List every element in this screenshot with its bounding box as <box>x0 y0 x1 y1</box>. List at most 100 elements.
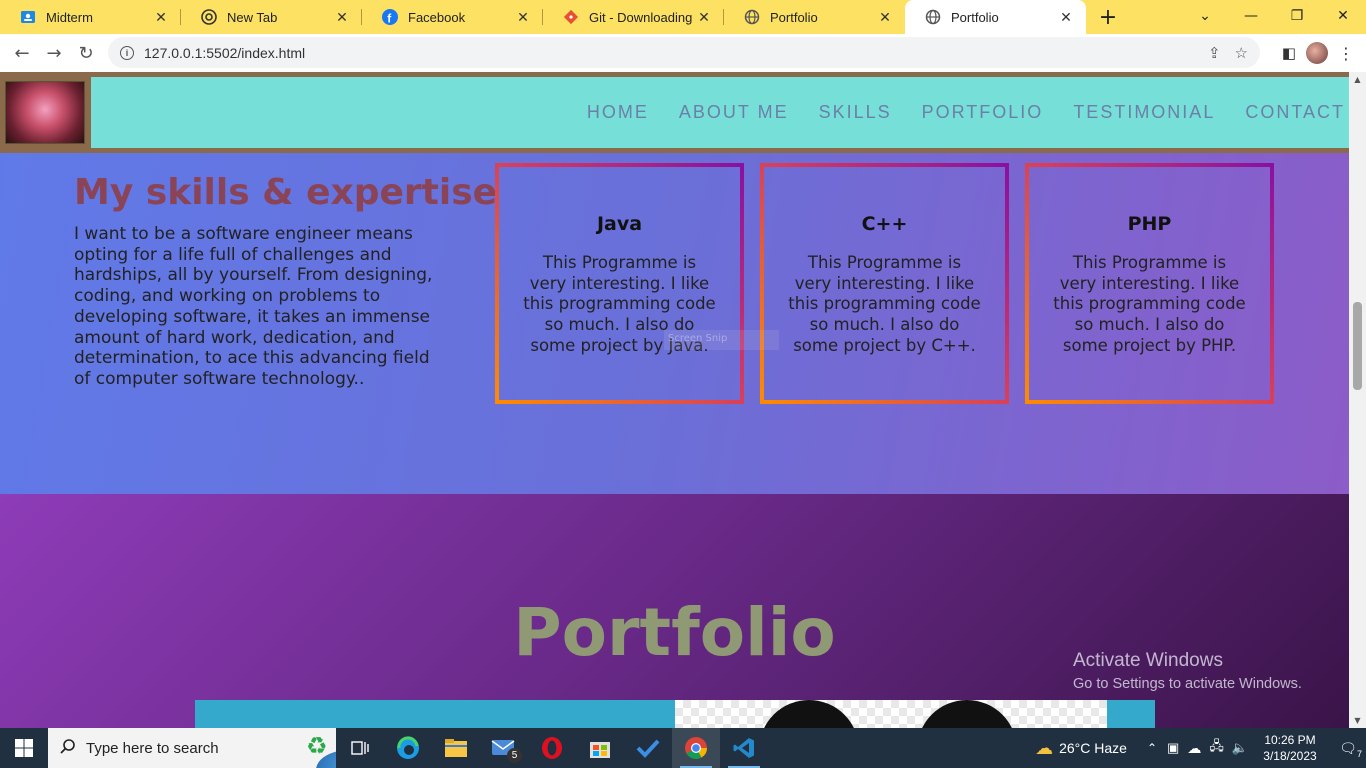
tab-title: Portfolio <box>770 9 818 25</box>
network-icon[interactable]: 🖧 <box>1209 737 1224 759</box>
skill-card-text: This Programme is very interesting. I li… <box>1053 253 1246 355</box>
task-view-icon[interactable] <box>336 728 384 768</box>
nav-link-contact[interactable]: CONTACT <box>1245 102 1345 123</box>
globe-icon <box>744 9 760 25</box>
tab-strip: Midterm ✕ New Tab ✕ f Facebook ✕ Git - D… <box>0 0 1366 34</box>
skill-card-java: Java This Programme is very interesting.… <box>495 163 744 404</box>
tab-title: Midterm <box>46 9 93 25</box>
activate-windows-watermark: Activate Windows Go to Settings to activ… <box>1073 650 1302 692</box>
windows-start-icon[interactable] <box>0 728 48 768</box>
browser-toolbar: ← → ↻ i 127.0.0.1:5502/index.html ⇪ ☆ ◧ … <box>0 34 1366 72</box>
skill-card-title: PHP <box>1127 213 1172 235</box>
close-window-icon[interactable]: ✕ <box>1320 0 1366 32</box>
site-logo[interactable] <box>5 81 85 144</box>
nav-link-about[interactable]: ABOUT ME <box>679 102 789 123</box>
skill-card-php: PHP This Programme is very interesting. … <box>1025 163 1274 404</box>
address-bar[interactable]: i 127.0.0.1:5502/index.html ⇪ ☆ <box>108 37 1260 68</box>
git-icon <box>563 9 579 25</box>
volume-icon[interactable]: 🔈 <box>1232 740 1248 756</box>
portfolio-image-shape <box>917 700 1017 728</box>
menu-dots-icon[interactable]: ⋮ <box>1338 44 1354 63</box>
forward-icon[interactable]: → <box>38 37 70 69</box>
scroll-up-icon[interactable]: ▲ <box>1349 75 1366 84</box>
bookmark-star-icon[interactable]: ☆ <box>1235 44 1248 62</box>
portfolio-image[interactable] <box>675 700 1107 728</box>
screen-snip-overlay: Screen Snip <box>664 330 779 350</box>
tab-title: Git - Downloading Pac <box>589 9 696 25</box>
close-tab-icon[interactable]: ✕ <box>696 9 712 26</box>
minimize-icon[interactable]: — <box>1228 0 1274 32</box>
tab-portfolio-active[interactable]: Portfolio ✕ <box>905 0 1086 34</box>
weather-text[interactable]: 26°C Haze <box>1059 740 1127 756</box>
skills-heading: My skills & expertise <box>74 172 498 213</box>
opera-icon[interactable] <box>528 728 576 768</box>
nav-link-skills[interactable]: SKILLS <box>819 102 892 123</box>
site-navbar: HOME ABOUT ME SKILLS PORTFOLIO TESTIMONI… <box>0 72 1349 153</box>
tab-title: Facebook <box>408 9 466 25</box>
tab-midterm[interactable]: Midterm ✕ <box>0 0 181 34</box>
site-info-icon[interactable]: i <box>120 45 134 60</box>
clock[interactable]: 10:26 PM 3/18/2023 <box>1250 732 1330 764</box>
weather-icon[interactable]: ☁ <box>1035 738 1053 759</box>
side-panel-icon[interactable]: ◧ <box>1282 44 1296 62</box>
new-tab-button[interactable]: + <box>1086 0 1130 34</box>
tab-title: New Tab <box>227 9 278 25</box>
skill-card-text: This Programme is very interesting. I li… <box>788 253 981 355</box>
tab-facebook[interactable]: f Facebook ✕ <box>362 0 543 34</box>
facebook-icon: f <box>382 9 398 25</box>
onedrive-icon[interactable]: ☁ <box>1187 740 1201 757</box>
restore-icon[interactable]: ❐ <box>1274 0 1320 32</box>
todo-icon[interactable] <box>624 728 672 768</box>
skill-card-title: C++ <box>861 213 908 235</box>
activate-title: Activate Windows <box>1073 650 1223 671</box>
skill-card-title: Java <box>596 213 643 235</box>
tab-new-tab[interactable]: New Tab ✕ <box>181 0 362 34</box>
clock-time: 10:26 PM <box>1264 733 1316 747</box>
close-tab-icon[interactable]: ✕ <box>334 9 350 26</box>
scroll-down-icon[interactable]: ▼ <box>1349 716 1366 725</box>
close-tab-icon[interactable]: ✕ <box>877 9 893 26</box>
profile-avatar[interactable] <box>1306 42 1328 64</box>
nav-link-home[interactable]: HOME <box>587 102 649 123</box>
system-tray: ☁ 26°C Haze ⌃ ▣ ☁ 🖧 🔈 10:26 PM 3/18/2023… <box>1035 728 1366 768</box>
chrome-icon <box>201 9 217 25</box>
show-hidden-icons[interactable]: ⌃ <box>1147 741 1157 755</box>
mail-icon[interactable]: 5 <box>480 728 528 768</box>
tab-title: Portfolio <box>951 9 999 25</box>
notification-count: 7 <box>1356 748 1362 759</box>
vscode-icon[interactable] <box>720 728 768 768</box>
url-text: 127.0.0.1:5502/index.html <box>144 44 306 61</box>
portfolio-gallery <box>195 700 1155 728</box>
file-explorer-icon[interactable] <box>432 728 480 768</box>
close-tab-icon[interactable]: ✕ <box>153 9 169 26</box>
notification-icon[interactable]: 🗨 7 <box>1330 740 1366 759</box>
tab-git[interactable]: Git - Downloading Pac ✕ <box>543 0 724 34</box>
page-scrollbar[interactable]: ▲ ▼ <box>1349 72 1366 728</box>
store-icon[interactable] <box>576 728 624 768</box>
windows-taskbar: Type here to search ♻ 5 ☁ 26°C Haze ⌃ ▣ … <box>0 728 1366 768</box>
globe-icon <box>925 9 941 25</box>
tab-portfolio-1[interactable]: Portfolio ✕ <box>724 0 905 34</box>
nav-link-testimonial[interactable]: TESTIMONIAL <box>1073 102 1215 123</box>
page-viewport: My skills & expertise I want to be a sof… <box>0 72 1366 728</box>
clock-date: 3/18/2023 <box>1263 749 1317 763</box>
taskbar-search[interactable]: Type here to search ♻ <box>48 728 336 768</box>
reload-icon[interactable]: ↻ <box>70 37 102 69</box>
mail-badge: 5 <box>507 748 522 763</box>
nav-link-portfolio[interactable]: PORTFOLIO <box>922 102 1044 123</box>
search-placeholder: Type here to search <box>86 739 219 757</box>
scrollbar-thumb[interactable] <box>1353 302 1362 390</box>
skills-description: I want to be a software engineer means o… <box>74 224 433 389</box>
activate-subtitle: Go to Settings to activate Windows. <box>1073 676 1302 692</box>
tab-search-icon[interactable]: ⌄ <box>1182 0 1228 32</box>
chrome-taskbar-icon[interactable] <box>672 728 720 768</box>
classroom-icon <box>20 9 36 25</box>
close-tab-icon[interactable]: ✕ <box>1058 9 1074 26</box>
portfolio-page: My skills & expertise I want to be a sof… <box>0 72 1349 728</box>
meet-now-icon[interactable]: ▣ <box>1167 740 1179 756</box>
back-icon[interactable]: ← <box>6 37 38 69</box>
share-icon[interactable]: ⇪ <box>1208 44 1221 62</box>
close-tab-icon[interactable]: ✕ <box>515 9 531 26</box>
edge-icon[interactable] <box>384 728 432 768</box>
search-icon <box>60 738 76 758</box>
